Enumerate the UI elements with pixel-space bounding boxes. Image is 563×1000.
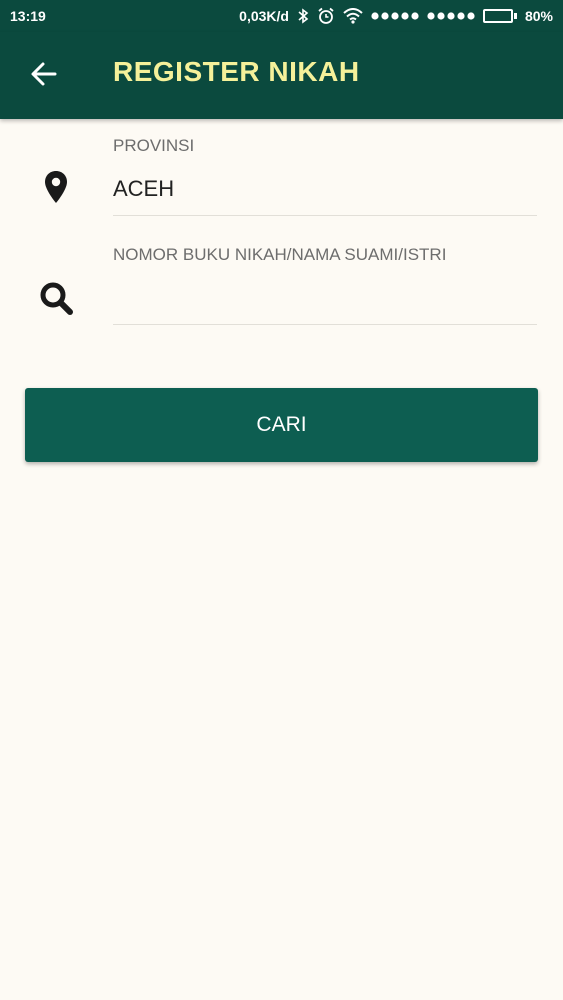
map-marker-icon	[38, 169, 74, 205]
provinsi-underline	[113, 215, 537, 216]
app-bar: REGISTER NIKAH	[0, 32, 563, 119]
search-underline	[113, 324, 537, 325]
back-button[interactable]	[24, 56, 64, 96]
battery-percent: 80%	[524, 8, 553, 24]
provinsi-field[interactable]: PROVINSI ACEH	[0, 119, 563, 219]
provinsi-value[interactable]: ACEH	[113, 176, 174, 202]
network-speed: 0,03K/d	[239, 8, 289, 24]
status-time: 13:19	[10, 8, 46, 24]
wifi-icon	[343, 8, 363, 24]
status-indicators: 0,03K/d 80%	[239, 7, 553, 25]
signal-dots-icon	[371, 11, 419, 21]
arrow-left-icon	[30, 60, 58, 93]
alarm-icon	[317, 7, 335, 25]
provinsi-label: PROVINSI	[113, 136, 195, 155]
search-input[interactable]	[113, 280, 537, 316]
battery-icon	[482, 9, 517, 23]
search-label: NOMOR BUKU NIKAH/NAMA SUAMI/ISTRI	[113, 245, 447, 264]
search-icon	[38, 280, 74, 316]
page-title: REGISTER NIKAH	[113, 56, 360, 87]
signal-dots-icon	[427, 11, 475, 21]
search-field: NOMOR BUKU NIKAH/NAMA SUAMI/ISTRI	[0, 228, 563, 328]
bluetooth-icon	[297, 8, 309, 24]
search-button[interactable]: CARI	[25, 388, 538, 462]
status-bar: 13:19 0,03K/d 80%	[0, 0, 563, 32]
